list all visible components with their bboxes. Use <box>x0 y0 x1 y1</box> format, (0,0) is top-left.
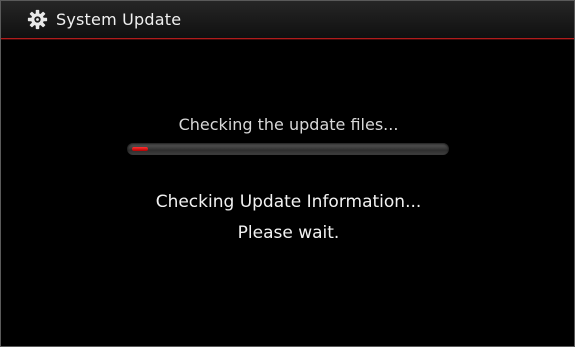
update-screen: System Update Checking the update files.… <box>0 0 575 347</box>
progress-bar <box>127 143 449 155</box>
status-text: Checking the update files... <box>178 115 399 134</box>
title-bar: System Update <box>1 1 574 39</box>
message-line-1: Checking Update Information... <box>155 192 422 212</box>
progress-bar-fill <box>132 147 148 151</box>
page-title: System Update <box>56 10 182 29</box>
message-line-2: Please wait. <box>237 223 340 243</box>
gear-icon <box>27 9 48 30</box>
